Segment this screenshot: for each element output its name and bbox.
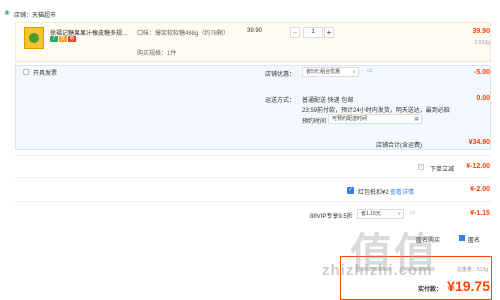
quantity-decrease-button[interactable]: − xyxy=(290,27,300,38)
redpacket-checkbox[interactable]: ✓ xyxy=(347,187,354,194)
divider xyxy=(15,177,491,178)
appointment-label: 预约时间 xyxy=(302,119,327,125)
quantity-increase-button[interactable]: + xyxy=(324,27,334,38)
shop-total: ¥34.90 xyxy=(468,139,490,146)
sku-flavor: 口味：爆浆软软糖468g（约78颗） xyxy=(137,31,230,37)
quantity-input[interactable]: 1 xyxy=(303,27,323,38)
product-image[interactable] xyxy=(24,27,44,49)
tag-coupon-icon: 券 xyxy=(68,36,76,42)
item-subtotal: 39.90 xyxy=(472,28,490,35)
divider xyxy=(15,201,491,202)
shop-promo-amount: -5.00 xyxy=(474,69,490,76)
chevron-down-icon: ∨ xyxy=(352,69,356,75)
shop-promo-select-value: 省5元:组合优惠 xyxy=(306,69,341,75)
chevron-down-icon: ∨ xyxy=(397,211,401,217)
vip-discount-amount: ¥-1.15 xyxy=(470,210,490,217)
shop-icon: ❀ xyxy=(4,10,10,17)
shop-promo-label: 店铺优惠： xyxy=(265,72,296,78)
tag-quality-icon: 优 xyxy=(59,36,67,42)
item-weight: 0.513g xyxy=(474,40,490,46)
tag-7day-icon: 7 xyxy=(50,36,58,42)
invoice-label[interactable]: 开具发票 xyxy=(33,68,57,77)
shipping-amount: 0.00 xyxy=(476,95,490,102)
anonymous-text: 匿名 xyxy=(468,238,481,244)
redpacket-label: 红包抵扣¥2 xyxy=(358,190,389,196)
sku-spec: 购买规格：1件 xyxy=(137,51,177,57)
vip-discount-select[interactable]: 省1.15元 ∨ xyxy=(357,209,404,219)
instant-discount-amount: ¥-12.00 xyxy=(466,163,490,170)
unit-price: 39.90 xyxy=(247,28,263,34)
shipping-label: 运送方式： xyxy=(265,98,296,104)
invoice-checkbox[interactable] xyxy=(23,69,29,75)
vip-discount-label: 88VIP专享9.5折 xyxy=(310,214,353,220)
payment-amount: ¥19.75 xyxy=(447,278,490,294)
vip-discount-value: 省1.15元 xyxy=(361,211,381,217)
calendar-icon: ▦ xyxy=(414,116,419,122)
divider xyxy=(15,155,491,156)
shop-promo-select[interactable]: 省5元:组合优惠 ∨ xyxy=(302,67,359,77)
shop-total-label: 店铺合计(含运费) xyxy=(376,143,422,149)
shop-label[interactable]: 店铺：天猫超市 xyxy=(14,10,56,19)
payment-label: 实付款： xyxy=(418,287,443,293)
instant-discount-checkbox[interactable]: ✓ xyxy=(418,164,424,170)
shipping-method: 普通配送 快递 包邮 xyxy=(302,98,354,104)
watermark-text: zhizhizhi.com xyxy=(322,262,433,279)
chat-icon[interactable]: ▭ xyxy=(410,210,418,216)
redpacket-amount: ¥-2.00 xyxy=(470,186,490,193)
anonymous-checkbox[interactable] xyxy=(459,235,465,241)
redpacket-details-link[interactable]: 查看详情 xyxy=(390,187,414,196)
appointment-time-input[interactable]: 可预约配送时间 ▦ xyxy=(328,114,422,124)
chat-icon[interactable]: ▭ xyxy=(367,68,375,74)
shipping-estimate: 23:59前付款，预计24小时内发货，明天送达，最到必赔 xyxy=(302,108,450,114)
appointment-time-value: 可预约配送时间 xyxy=(332,116,368,122)
